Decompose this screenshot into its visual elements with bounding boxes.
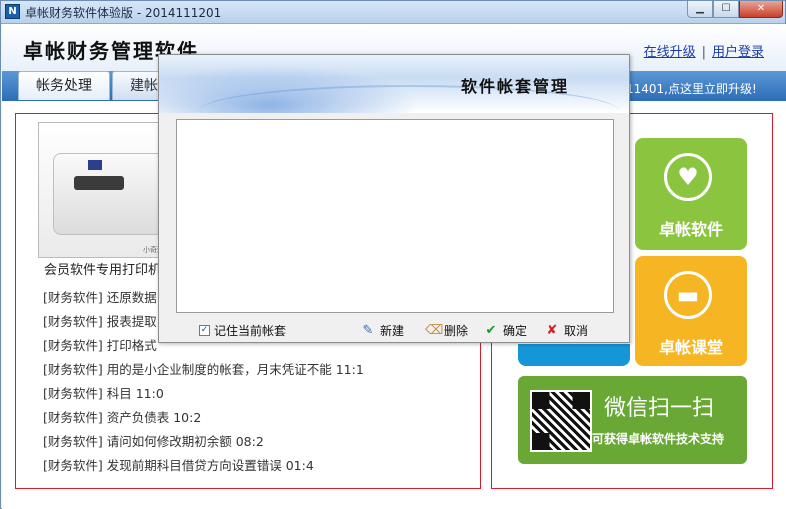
wechat-title: 微信扫一扫 [604, 396, 715, 421]
app-logo-icon: N [5, 4, 20, 19]
printer-logo [88, 160, 102, 170]
title-bar[interactable]: N 卓帐财务软件体验版 - 2014111201 ▁ ☐ ✕ [1, 1, 785, 24]
list-item[interactable]: [财务软件] 用的是小企业制度的帐套，月末凭证不能 11:1 [43, 358, 364, 382]
news-text: 请问如何修改期初余额 08:2 [106, 434, 264, 449]
app-window: N 卓帐财务软件体验版 - 2014111201 ▁ ☐ ✕ 卓帐财务管理软件 … [0, 0, 786, 509]
tile-label: 卓帐课堂 [658, 338, 723, 357]
user-login-link[interactable]: 用户登录 [712, 45, 764, 60]
news-tag: [财务软件] [43, 314, 103, 329]
account-set-dialog: 软件帐套管理 ✓ 记住当前帐套 ✎ 新建 ⌫ 删除 ✔ 确定 ✘ 取消 [158, 54, 630, 343]
blue-tile[interactable] [518, 344, 630, 366]
account-set-list[interactable] [176, 119, 614, 313]
wechat-scan-tile[interactable]: 微信扫一扫 可获得卓帐软件技术支持 [518, 376, 747, 464]
new-file-icon: ✎ [362, 322, 374, 338]
new-button[interactable]: ✎ 新建 [361, 322, 404, 339]
delete-label: 删除 [444, 324, 469, 338]
cross-icon: ✘ [546, 322, 558, 338]
printer-slot [74, 176, 124, 190]
eraser-icon: ⌫ [425, 322, 444, 338]
news-text: 用的是小企业制度的帐套，月末凭证不能 11:1 [106, 362, 364, 377]
cancel-button[interactable]: ✘ 取消 [545, 322, 588, 339]
remember-account-checkbox[interactable]: ✓ 记住当前帐套 [199, 322, 286, 339]
list-item[interactable]: [财务软件] 资产负债表 10:2 [43, 406, 364, 430]
upgrade-notice-link[interactable]: 11401,点这里立即升级! [626, 80, 757, 97]
heart-icon: ♥ [677, 163, 699, 191]
heart-icon-ring: ♥ [664, 153, 712, 201]
delete-button[interactable]: ⌫ 删除 [425, 322, 468, 339]
minimize-button[interactable]: ▁ [687, 1, 713, 18]
news-text: 打印格式 [106, 338, 157, 353]
news-text: 资产负债表 10:2 [106, 410, 202, 425]
wechat-subtitle: 可获得卓帐软件技术支持 [592, 432, 725, 446]
dialog-title: 软件帐套管理 [461, 77, 570, 96]
qr-code-icon [530, 390, 592, 452]
zhuozhang-class-tile[interactable]: ▬ 卓帐课堂 [635, 256, 747, 366]
news-tag: [财务软件] [43, 434, 103, 449]
list-item[interactable]: [财务软件] 发现前期科目借贷方向设置错误 01:4 [43, 454, 364, 478]
dialog-footer: ✓ 记住当前帐套 ✎ 新建 ⌫ 删除 ✔ 确定 ✘ 取消 [159, 319, 629, 341]
list-item[interactable]: [财务软件] 请问如何修改期初余额 08:2 [43, 430, 364, 454]
news-tag: [财务软件] [43, 386, 103, 401]
online-upgrade-link[interactable]: 在线升级 [644, 45, 696, 60]
zhuozhang-software-tile[interactable]: ♥ 卓帐软件 [635, 138, 747, 250]
checkmark-icon: ✔ [485, 322, 497, 338]
news-tag: [财务软件] [43, 338, 103, 353]
dialog-banner[interactable]: 软件帐套管理 [159, 55, 629, 113]
qr-pattern [532, 392, 590, 450]
checkbox-box[interactable]: ✓ [199, 325, 210, 336]
top-links: 在线升级 | 用户登录 [644, 41, 764, 60]
news-tag: [财务软件] [43, 458, 103, 473]
news-tag: [财务软件] [43, 410, 103, 425]
tab-accounting[interactable]: 帐务处理 [18, 71, 110, 100]
news-text: 报表提取 [106, 314, 157, 329]
window-controls: ▁ ☐ ✕ [687, 1, 783, 19]
tile-label: 卓帐软件 [658, 220, 723, 239]
news-text: 科目 11:0 [106, 386, 164, 401]
maximize-button[interactable]: ☐ [713, 1, 739, 18]
window-title: 卓帐财务软件体验版 - 2014111201 [25, 6, 222, 20]
folder-icon-ring: ▬ [664, 271, 712, 319]
new-label: 新建 [380, 324, 405, 338]
link-separator: | [701, 45, 706, 60]
product-label[interactable]: 会员软件专用打印机 [44, 259, 161, 278]
remember-label: 记住当前帐套 [214, 324, 287, 338]
close-button[interactable]: ✕ [739, 1, 783, 18]
news-tag: [财务软件] [43, 362, 103, 377]
cancel-label: 取消 [564, 324, 589, 338]
news-text: 发现前期科目借贷方向设置错误 01:4 [106, 458, 314, 473]
list-item[interactable]: [财务软件] 科目 11:0 [43, 382, 364, 406]
ok-label: 确定 [503, 324, 528, 338]
printer-illustration [53, 153, 175, 235]
folder-icon: ▬ [676, 281, 700, 309]
ok-button[interactable]: ✔ 确定 [484, 322, 527, 339]
news-text: 还原数据 [106, 290, 157, 305]
news-tag: [财务软件] [43, 290, 103, 305]
